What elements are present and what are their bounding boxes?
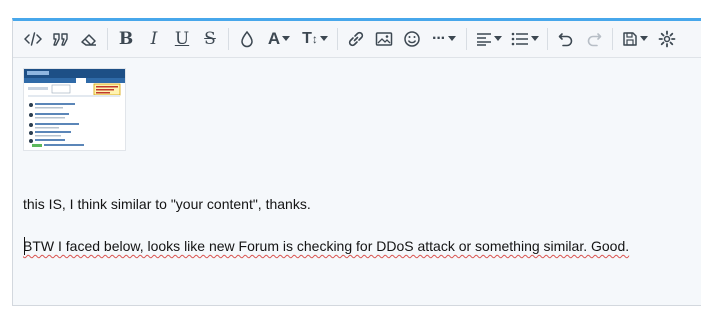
undo-icon[interactable] xyxy=(552,25,580,53)
eraser-icon[interactable] xyxy=(75,25,103,53)
bold-icon[interactable]: B xyxy=(112,25,140,53)
more-icon[interactable]: ··· xyxy=(426,25,462,53)
toolbar-separator xyxy=(107,28,108,50)
underline-icon[interactable]: U xyxy=(168,25,196,53)
toolbar-separator xyxy=(337,28,338,50)
link-icon[interactable] xyxy=(342,25,370,53)
strikethrough-icon[interactable]: S xyxy=(196,25,224,53)
align-icon[interactable] xyxy=(471,25,507,53)
toolbar-separator xyxy=(547,28,548,50)
list-icon[interactable] xyxy=(507,25,543,53)
toolbar-separator xyxy=(466,28,467,50)
content-line-2: BTW I faced below, looks like new Forum … xyxy=(23,238,630,254)
toolbar-separator xyxy=(228,28,229,50)
color-drop-icon[interactable] xyxy=(233,25,261,53)
toolbar-separator xyxy=(612,28,613,50)
editor-toolbar: B I U S A T ↕ ··· xyxy=(13,21,701,58)
text-caret xyxy=(24,237,25,255)
quote-icon[interactable] xyxy=(47,25,75,53)
font-family-icon[interactable]: A xyxy=(261,25,297,53)
font-size-icon[interactable]: T ↕ xyxy=(297,25,333,53)
italic-icon[interactable]: I xyxy=(140,25,168,53)
attached-image-thumbnail[interactable] xyxy=(23,68,126,151)
content-line-1: this IS, I think similar to "your conten… xyxy=(23,196,311,212)
save-draft-icon[interactable] xyxy=(617,25,653,53)
editor-content-area[interactable]: this IS, I think similar to "your conten… xyxy=(13,58,701,305)
emoji-icon[interactable] xyxy=(398,25,426,53)
image-icon[interactable] xyxy=(370,25,398,53)
redo-icon[interactable] xyxy=(580,25,608,53)
source-code-icon[interactable] xyxy=(19,25,47,53)
settings-gear-icon[interactable] xyxy=(653,25,681,53)
rich-text-editor: B I U S A T ↕ ··· this IS, I think simil… xyxy=(12,18,701,306)
